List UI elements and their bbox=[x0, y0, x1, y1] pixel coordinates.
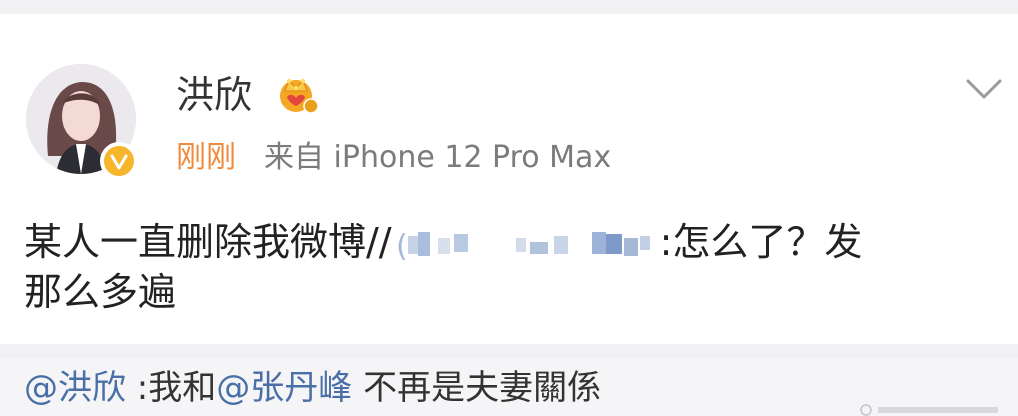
chevron-down-icon[interactable] bbox=[964, 76, 1004, 102]
repost-text-part: :我和 bbox=[126, 368, 217, 408]
svg-text:(: ( bbox=[396, 229, 408, 264]
post-text-line2: 那么多遍 bbox=[24, 270, 177, 314]
crown-badge-icon bbox=[280, 78, 319, 114]
repost-text: @洪欣 :我和@张丹峰 不再是夫妻關係 bbox=[24, 366, 601, 410]
mention-link[interactable]: @张丹峰 bbox=[216, 368, 352, 408]
weibo-post-card: 洪欣 刚刚 来自 iPhone 12 Pro Max 某人一直删除我微博//( :怎… bbox=[0, 14, 1018, 344]
post-text: 某人一直删除我微博//( :怎么了？发 那么多遍 bbox=[24, 217, 984, 317]
top-gap bbox=[0, 0, 1018, 14]
section-divider bbox=[0, 344, 1018, 358]
verified-badge-icon bbox=[100, 142, 138, 180]
post-time: 刚刚 bbox=[176, 140, 236, 175]
post-text-before: 某人一直删除我微博// bbox=[24, 220, 392, 264]
post-source: 来自 iPhone 12 Pro Max bbox=[264, 140, 612, 175]
repost-text-part: 不再是夫妻關係 bbox=[352, 368, 602, 408]
mention-link[interactable]: @洪欣 bbox=[24, 368, 126, 408]
watermark bbox=[860, 404, 998, 416]
redacted-username: ( bbox=[396, 226, 656, 264]
post-text-after: :怎么了？发 bbox=[659, 220, 863, 264]
post-meta: 刚刚 来自 iPhone 12 Pro Max bbox=[176, 138, 611, 178]
author-name[interactable]: 洪欣 bbox=[176, 72, 252, 118]
